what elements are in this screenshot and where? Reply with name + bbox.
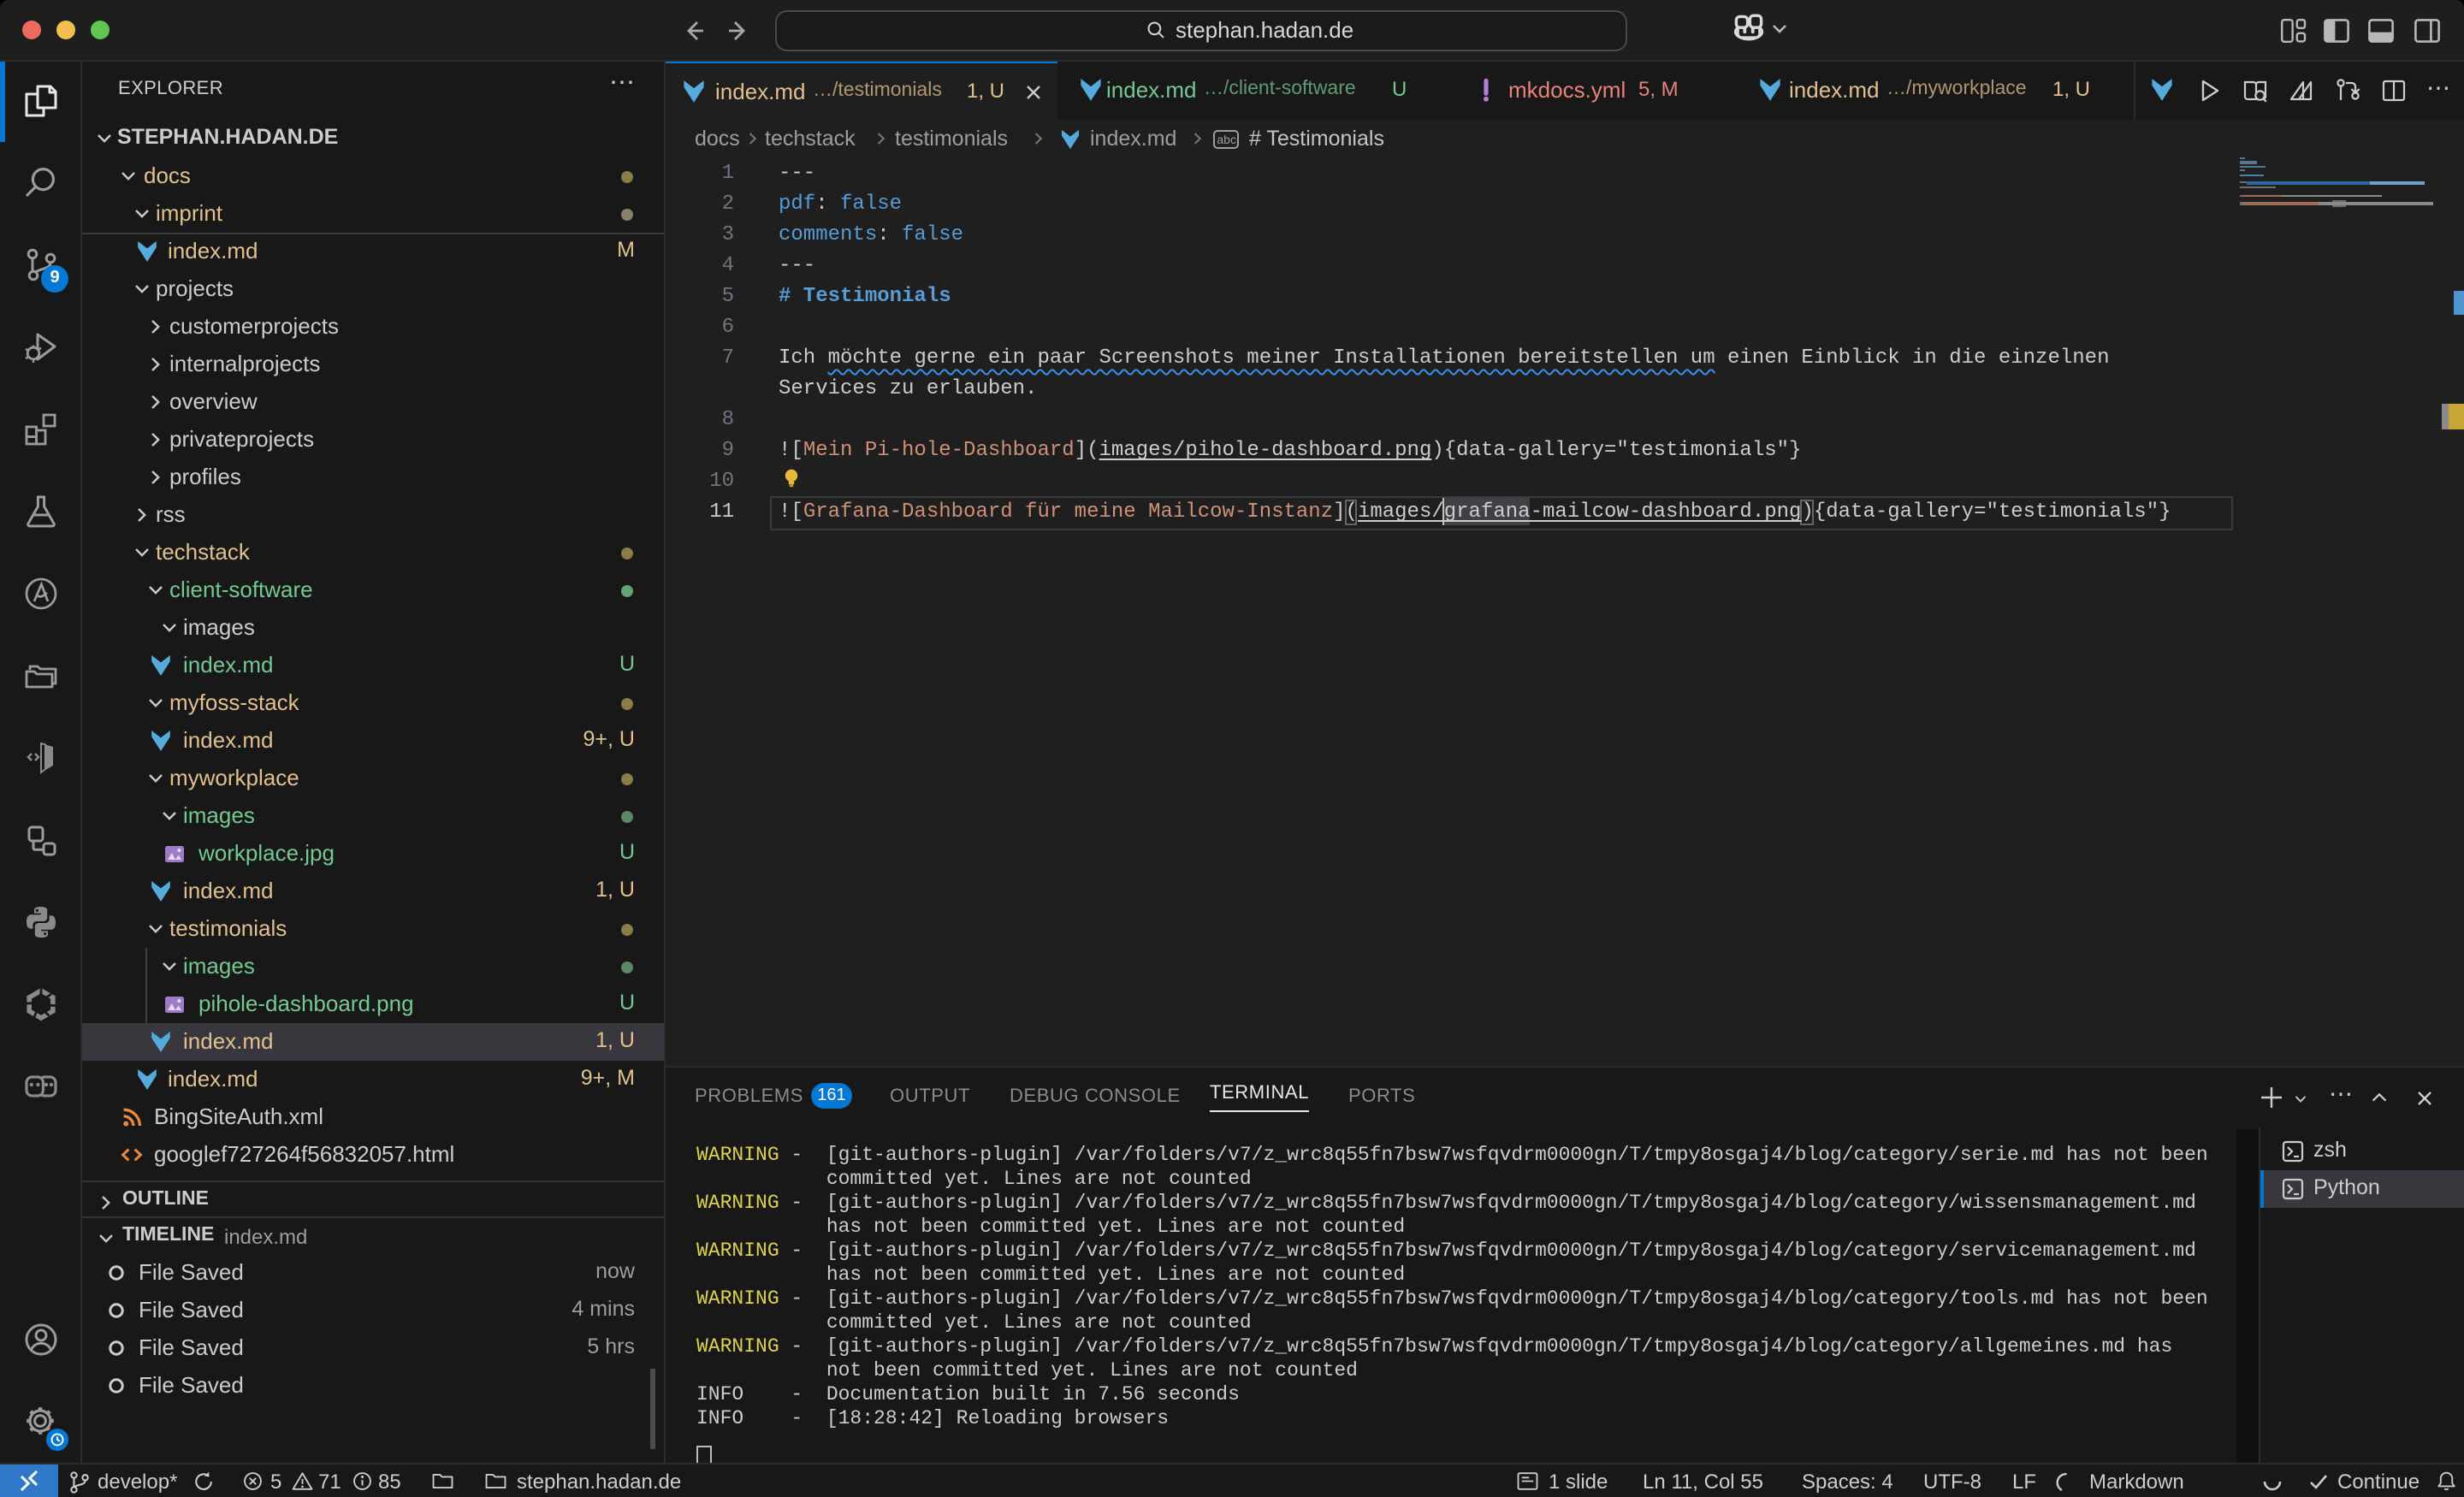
svg-text:abc: abc (1217, 132, 1236, 145)
